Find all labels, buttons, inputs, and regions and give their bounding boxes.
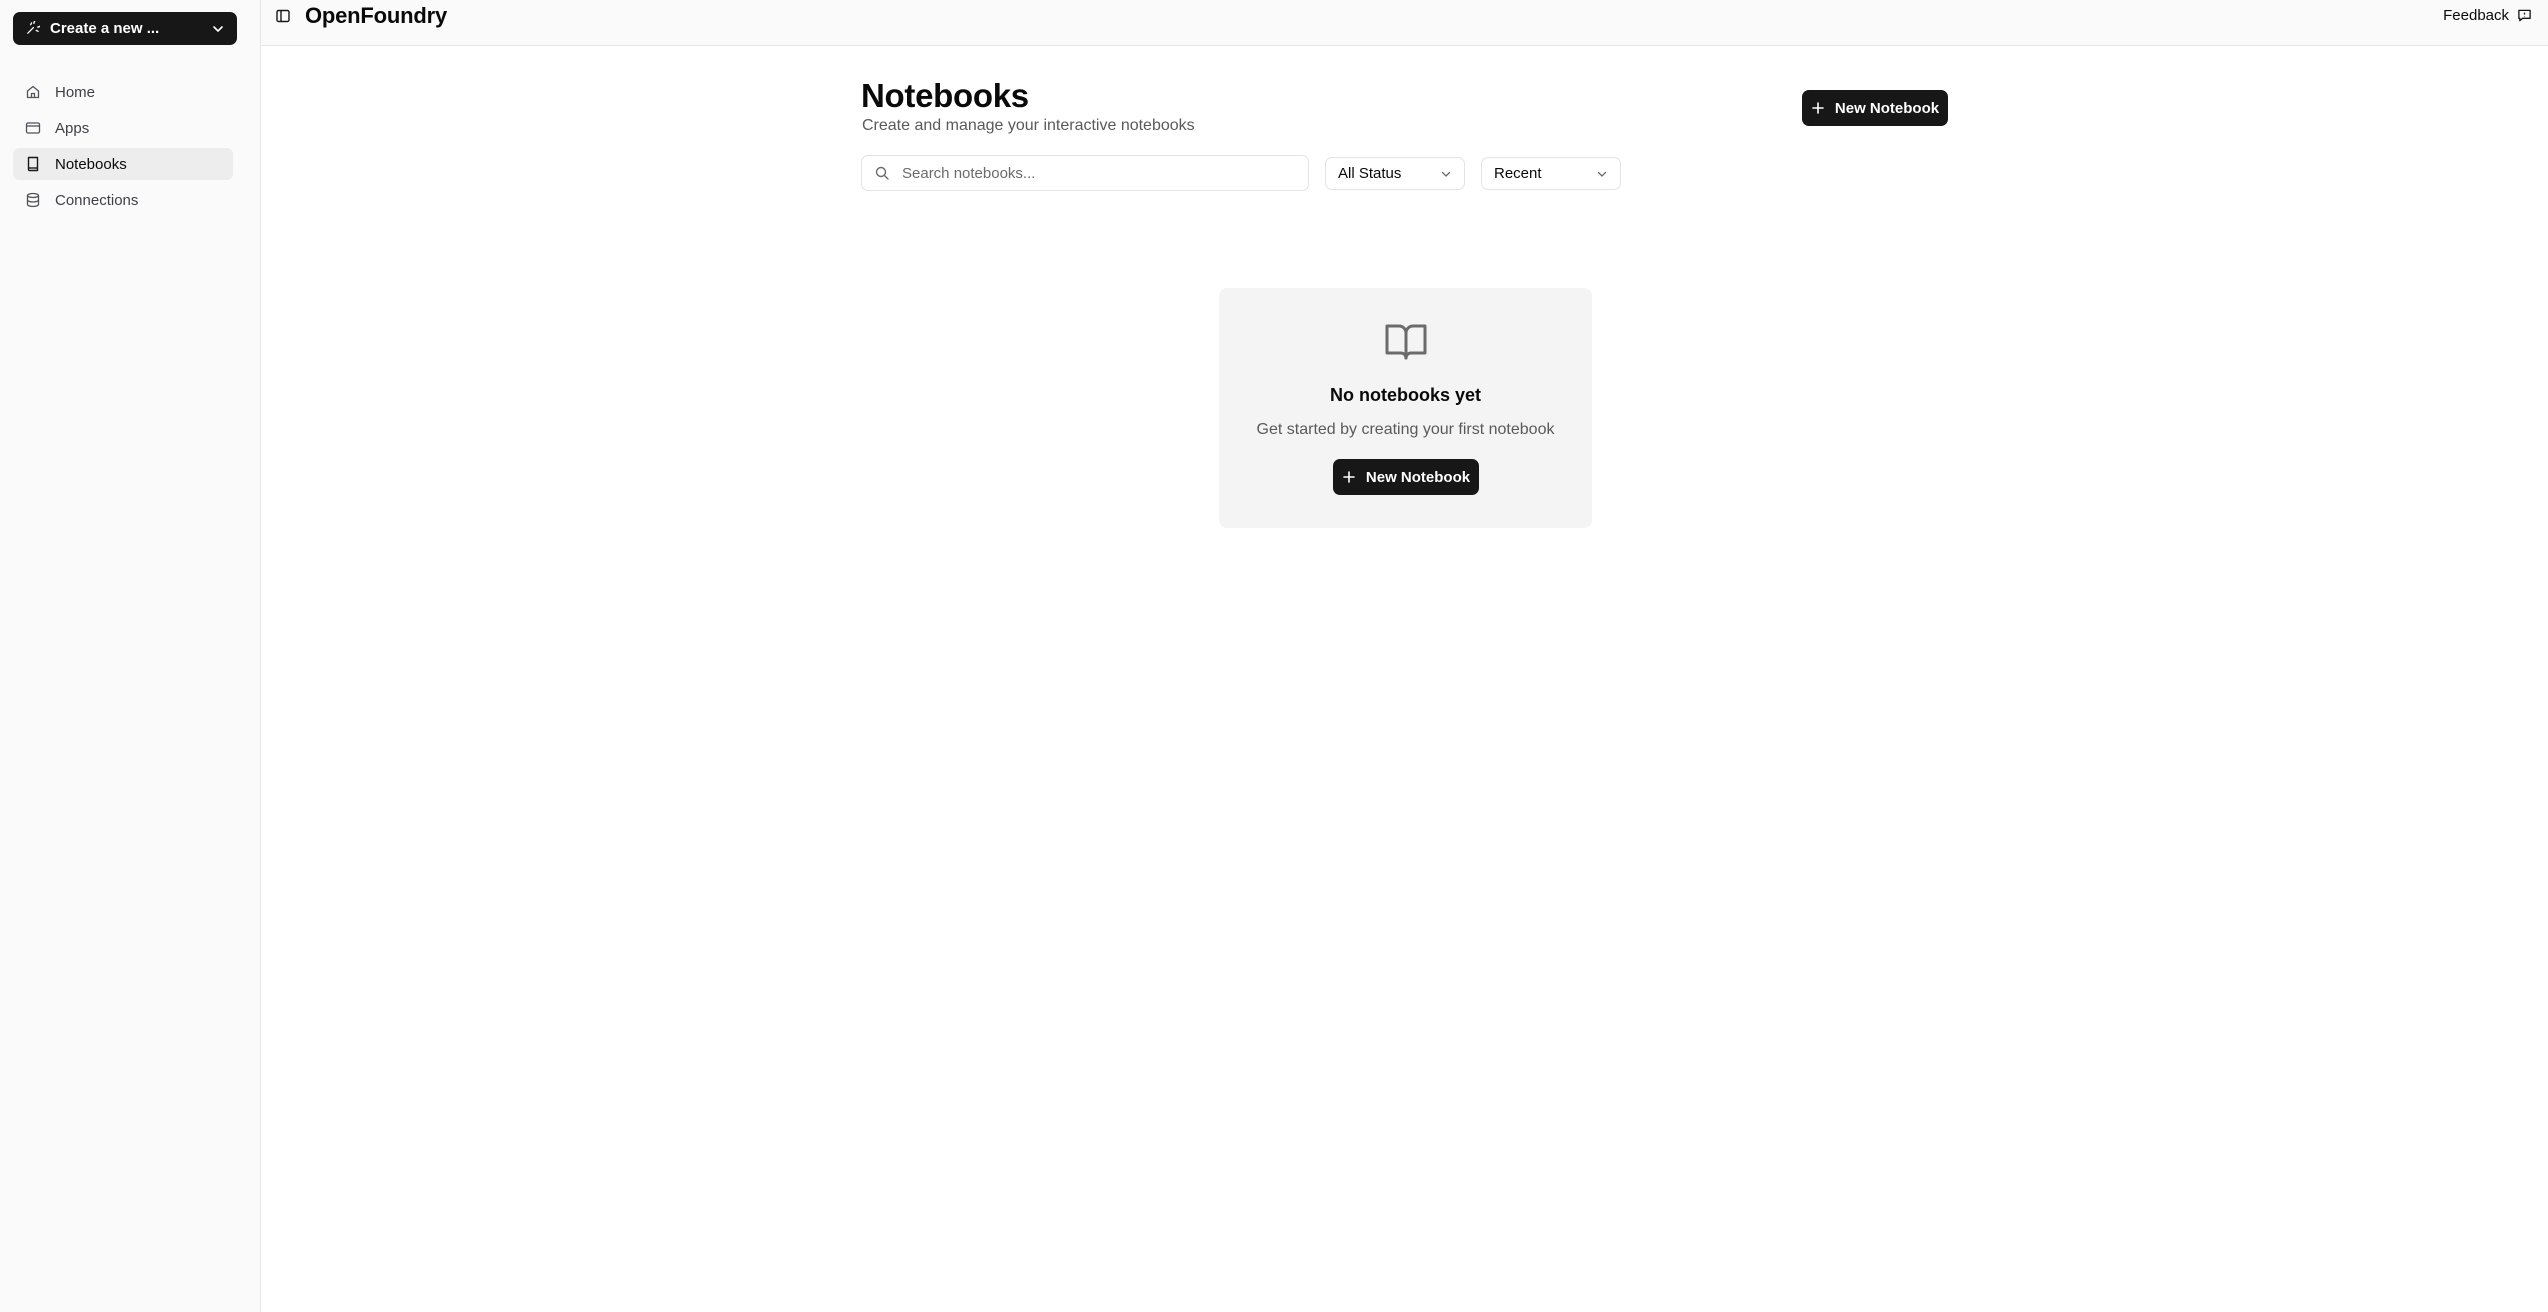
new-notebook-button[interactable]: New Notebook	[1802, 90, 1948, 126]
sidebar-item-label: Notebooks	[55, 155, 127, 173]
sidebar-item-label: Connections	[55, 191, 139, 209]
app-title: OpenFoundry	[305, 3, 448, 28]
open-book-icon	[1383, 318, 1429, 364]
search-icon	[874, 165, 890, 181]
sidebar-item-connections[interactable]: Connections	[13, 184, 233, 216]
empty-state-subtitle: Get started by creating your first noteb…	[1256, 421, 1555, 438]
status-filter-select[interactable]: All Status	[1325, 157, 1465, 190]
feedback-label: Feedback	[2443, 7, 2509, 24]
apps-icon	[25, 120, 41, 136]
sidebar-nav: Home Apps Notebooks Connections	[13, 76, 233, 220]
sidebar-item-label: Apps	[55, 119, 90, 137]
database-icon	[25, 192, 41, 208]
sort-filter-select[interactable]: Recent	[1481, 157, 1621, 190]
new-notebook-label: New Notebook	[1834, 99, 1940, 117]
sort-filter-value: Recent	[1494, 165, 1542, 182]
search-input[interactable]	[902, 164, 1282, 182]
empty-state-new-notebook-button[interactable]: New Notebook	[1333, 459, 1479, 495]
sidebar-toggle-icon[interactable]	[275, 8, 291, 24]
home-icon	[25, 84, 41, 100]
chevron-down-icon	[211, 22, 225, 36]
sidebar-item-label: Home	[55, 83, 96, 101]
create-new-label: Create a new ...	[50, 20, 160, 37]
chevron-down-icon	[1440, 168, 1452, 180]
search-field[interactable]	[861, 155, 1309, 191]
status-filter-value: All Status	[1338, 165, 1402, 182]
topbar: OpenFoundry Feedback	[261, 0, 2548, 46]
plus-icon	[1811, 101, 1825, 115]
sparkle-icon	[25, 21, 40, 36]
notebook-icon	[25, 156, 41, 172]
page-title: Notebooks	[861, 77, 1029, 114]
create-new-button[interactable]: Create a new ...	[13, 12, 237, 45]
page-subtitle: Create and manage your interactive noteb…	[862, 117, 1195, 134]
empty-state-title: No notebooks yet	[1329, 385, 1481, 405]
sidebar-item-home[interactable]: Home	[13, 76, 233, 108]
sidebar: Create a new ... Home Apps Notebooks Con…	[0, 0, 261, 1312]
sidebar-item-notebooks[interactable]: Notebooks	[13, 148, 233, 180]
main-content: Notebooks Create and manage your interac…	[261, 47, 2548, 1312]
message-icon	[2517, 8, 2532, 23]
sidebar-item-apps[interactable]: Apps	[13, 112, 233, 144]
plus-icon	[1342, 470, 1356, 484]
chevron-down-icon	[1596, 168, 1608, 180]
empty-state-card: No notebooks yet Get started by creating…	[1219, 288, 1592, 528]
feedback-button[interactable]: Feedback	[2443, 7, 2532, 24]
empty-state-button-label: New Notebook	[1365, 468, 1471, 486]
app-root: Create a new ... Home Apps Notebooks Con…	[0, 0, 2548, 1312]
